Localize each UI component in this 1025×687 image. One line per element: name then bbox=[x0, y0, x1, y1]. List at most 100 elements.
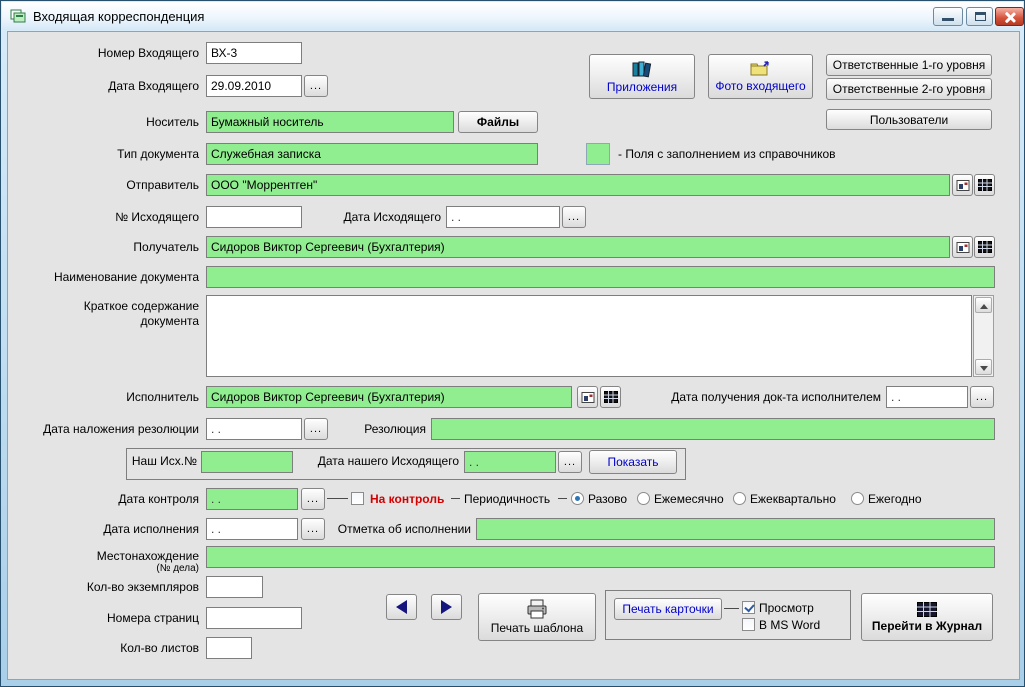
sheets-label: Кол-во листов bbox=[1, 641, 199, 655]
our-outgoing-number-label: Наш Исх.№ bbox=[131, 454, 197, 468]
print-card-label: Печать карточки bbox=[622, 602, 713, 616]
folder-photo-icon bbox=[749, 60, 773, 77]
sender-field[interactable] bbox=[206, 174, 950, 196]
print-template-label: Печать шаблона bbox=[491, 621, 583, 635]
doc-title-label: Наименование документа bbox=[1, 270, 199, 284]
preview-checkbox[interactable] bbox=[742, 601, 755, 614]
msword-checkbox-label: В MS Word bbox=[759, 618, 820, 632]
arrow-down-icon bbox=[980, 366, 988, 371]
our-outgoing-date-input[interactable] bbox=[464, 451, 556, 473]
executor-received-date-input[interactable] bbox=[886, 386, 968, 408]
scroll-down-button[interactable] bbox=[975, 359, 992, 375]
radio-yearly[interactable] bbox=[851, 492, 864, 505]
outgoing-number-label: № Исходящего bbox=[1, 210, 199, 224]
executor-label: Исполнитель bbox=[1, 390, 199, 404]
files-button-label: Файлы bbox=[477, 115, 519, 129]
outgoing-date-input[interactable] bbox=[446, 206, 560, 228]
pages-input[interactable] bbox=[206, 607, 302, 629]
sheets-input[interactable] bbox=[206, 637, 252, 659]
control-date-picker-button[interactable]: ... bbox=[301, 488, 325, 510]
resolution-field[interactable] bbox=[431, 418, 995, 440]
control-date-input[interactable] bbox=[206, 488, 298, 510]
periodicity-label: Периодичность bbox=[464, 492, 550, 506]
incoming-date-input[interactable] bbox=[206, 75, 302, 97]
execution-date-input[interactable] bbox=[206, 518, 298, 540]
resolution-date-label: Дата наложения резолюции bbox=[1, 422, 199, 436]
executor-dictionary-button[interactable] bbox=[577, 386, 598, 408]
users-button[interactable]: Пользователи bbox=[826, 109, 992, 130]
incoming-number-label: Номер Входящего bbox=[1, 46, 199, 60]
our-outgoing-number-input[interactable] bbox=[201, 451, 293, 473]
responsible-level1-button[interactable]: Ответственные 1-го уровня bbox=[826, 54, 992, 76]
recipient-dictionary-button[interactable] bbox=[952, 236, 973, 258]
summary-scrollbar[interactable] bbox=[973, 295, 994, 377]
outgoing-date-picker-button[interactable]: ... bbox=[562, 206, 586, 228]
doc-title-field[interactable] bbox=[206, 266, 995, 288]
separator-dash bbox=[558, 498, 567, 499]
close-button[interactable] bbox=[995, 7, 1024, 26]
resolution-date-input[interactable] bbox=[206, 418, 302, 440]
executor-received-date-label: Дата получения док-та исполнителем bbox=[641, 390, 881, 404]
control-date-label: Дата контроля bbox=[1, 492, 199, 506]
summary-label: Краткое содержание документа bbox=[31, 299, 199, 329]
table-icon bbox=[978, 179, 992, 191]
execution-mark-field[interactable] bbox=[476, 518, 995, 540]
doc-type-field[interactable] bbox=[206, 143, 538, 165]
copies-input[interactable] bbox=[206, 576, 263, 598]
card-index-icon bbox=[956, 240, 970, 254]
recipient-table-button[interactable] bbox=[974, 236, 995, 258]
title-bar[interactable]: Входящая корреспонденция bbox=[2, 2, 1023, 30]
incoming-date-picker-button[interactable]: ... bbox=[304, 75, 328, 97]
printer-icon bbox=[526, 599, 548, 619]
msword-checkbox[interactable] bbox=[742, 618, 755, 631]
maximize-button[interactable] bbox=[966, 7, 993, 26]
prev-record-button[interactable] bbox=[386, 594, 417, 620]
executor-received-date-picker-button[interactable]: ... bbox=[970, 386, 994, 408]
resolution-label: Резолюция bbox=[348, 422, 426, 436]
execution-date-picker-button[interactable]: ... bbox=[301, 518, 325, 540]
resolution-date-picker-button[interactable]: ... bbox=[304, 418, 328, 440]
print-template-button[interactable]: Печать шаблона bbox=[478, 593, 596, 641]
summary-textarea[interactable] bbox=[206, 295, 972, 377]
arrow-right-icon bbox=[441, 600, 452, 614]
responsible-level2-label: Ответственные 2-го уровня bbox=[833, 82, 986, 96]
incoming-number-input[interactable] bbox=[206, 42, 302, 64]
connector-line bbox=[327, 498, 348, 499]
on-control-checkbox[interactable] bbox=[351, 492, 364, 505]
outgoing-date-label: Дата Исходящего bbox=[303, 210, 441, 224]
incoming-photo-button-label: Фото входящего bbox=[715, 79, 805, 93]
radio-quarterly[interactable] bbox=[733, 492, 746, 505]
sender-table-button[interactable] bbox=[974, 174, 995, 196]
files-button[interactable]: Файлы bbox=[458, 111, 538, 133]
table-icon bbox=[604, 391, 618, 403]
attachments-button[interactable]: Приложения bbox=[589, 54, 695, 99]
radio-once-label: Разово bbox=[588, 492, 627, 506]
legend-swatch bbox=[586, 143, 610, 165]
card-index-icon bbox=[581, 390, 595, 404]
recipient-label: Получатель bbox=[1, 240, 199, 254]
incoming-photo-button[interactable]: Фото входящего bbox=[708, 54, 813, 99]
minimize-button[interactable] bbox=[933, 7, 963, 26]
responsible-level2-button[interactable]: Ответственные 2-го уровня bbox=[826, 78, 992, 100]
recipient-field[interactable] bbox=[206, 236, 950, 258]
location-field[interactable] bbox=[206, 546, 995, 568]
radio-once[interactable] bbox=[571, 492, 584, 505]
next-record-button[interactable] bbox=[431, 594, 462, 620]
executor-table-button[interactable] bbox=[600, 386, 621, 408]
location-sublabel: (№ дела) bbox=[1, 563, 199, 574]
scroll-up-button[interactable] bbox=[975, 297, 992, 313]
carrier-field[interactable] bbox=[206, 111, 454, 133]
our-outgoing-date-picker-button[interactable]: ... bbox=[558, 451, 582, 473]
sender-dictionary-button[interactable] bbox=[952, 174, 973, 196]
on-control-label: На контроль bbox=[370, 492, 444, 506]
go-journal-button[interactable]: Перейти в Журнал bbox=[861, 593, 993, 641]
radio-monthly[interactable] bbox=[637, 492, 650, 505]
show-button[interactable]: Показать bbox=[589, 450, 677, 474]
maximize-icon bbox=[975, 12, 986, 21]
incoming-date-label: Дата Входящего bbox=[1, 79, 199, 93]
executor-field[interactable] bbox=[206, 386, 572, 408]
print-card-button[interactable]: Печать карточки bbox=[614, 598, 722, 620]
incoming-correspondence-window: Входящая корреспонденция Номер Входящего… bbox=[0, 0, 1025, 687]
separator-dash bbox=[451, 498, 460, 499]
outgoing-number-input[interactable] bbox=[206, 206, 302, 228]
